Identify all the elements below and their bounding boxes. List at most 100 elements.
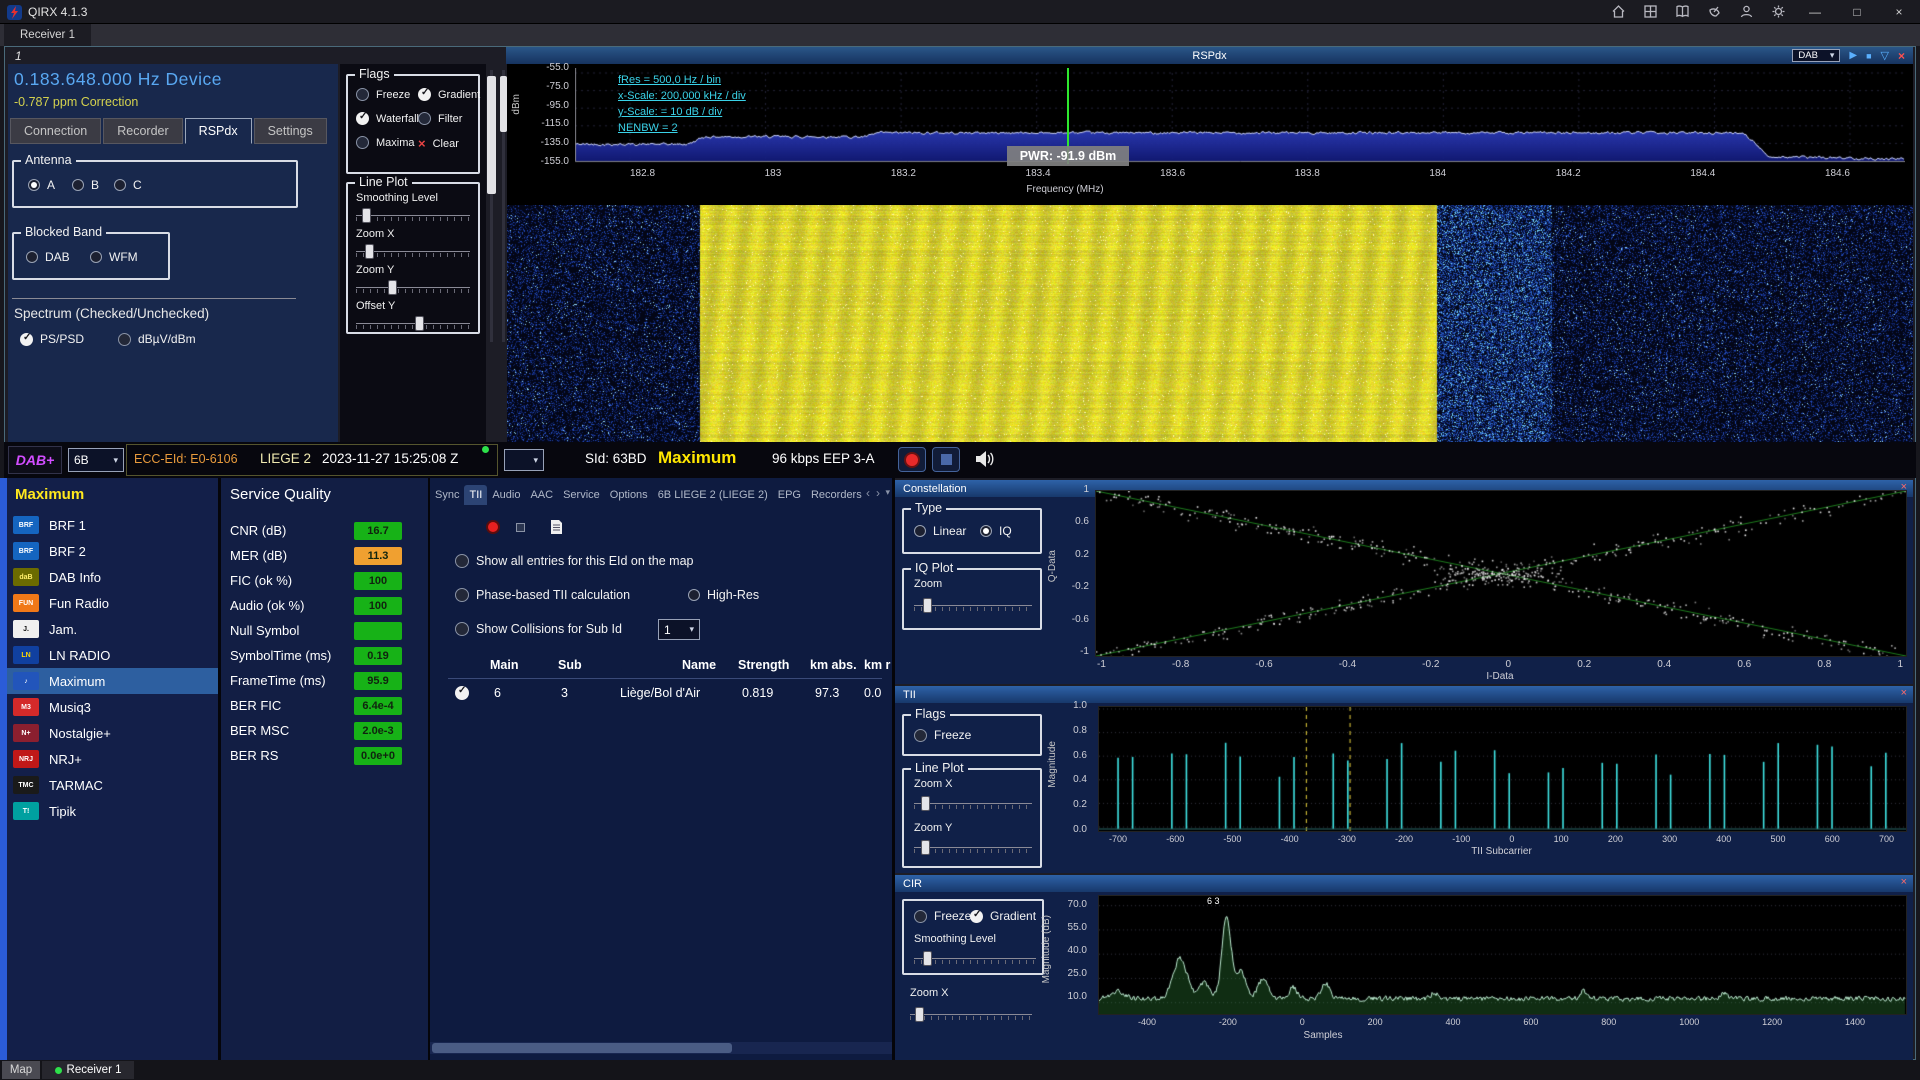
- layout-grid-icon[interactable]: [1634, 0, 1666, 24]
- iq-zoom-slider[interactable]: [914, 598, 1032, 613]
- tab-epg[interactable]: EPG: [773, 485, 806, 505]
- tab-settings[interactable]: Settings: [254, 118, 327, 144]
- spectrum-vslider-thumb[interactable]: [487, 76, 496, 194]
- filter-checkbox[interactable]: Filter: [418, 112, 462, 125]
- freeze-checkbox[interactable]: Freeze: [356, 88, 410, 101]
- blocked-dab-radio[interactable]: DAB: [26, 250, 70, 264]
- clear-button[interactable]: ×Clear: [418, 136, 459, 151]
- slider-thumb[interactable]: [923, 598, 932, 613]
- home-icon[interactable]: [1602, 0, 1634, 24]
- ps-psd-checkbox[interactable]: PS/PSD: [20, 332, 84, 346]
- tii-zoom-y-slider[interactable]: [914, 840, 1032, 855]
- tab-service[interactable]: Service: [558, 485, 605, 505]
- row-select-checkbox[interactable]: [455, 686, 469, 700]
- stop-button[interactable]: [932, 447, 960, 472]
- list-item[interactable]: J.Jam.: [7, 616, 218, 642]
- tab-recorder[interactable]: Recorder: [103, 118, 182, 144]
- waterfall-plot[interactable]: [507, 205, 1913, 442]
- slider-thumb[interactable]: [915, 1007, 924, 1022]
- list-item[interactable]: BRFBRF 2: [7, 538, 218, 564]
- spectrum-plot[interactable]: [575, 68, 1905, 164]
- tab-receiver-1[interactable]: Receiver 1: [4, 24, 91, 46]
- tab-ensemble[interactable]: 6B LIEGE 2 (LIEGE 2): [653, 485, 773, 505]
- tii-freeze-checkbox[interactable]: Freeze: [914, 728, 971, 742]
- maxima-checkbox[interactable]: Maxima: [356, 136, 415, 149]
- list-item[interactable]: TMCTARMAC: [7, 772, 218, 798]
- play-icon[interactable]: ▶: [1849, 50, 1857, 61]
- zoom-y-slider[interactable]: [356, 280, 470, 295]
- col-name[interactable]: Name: [682, 658, 716, 672]
- show-all-entries-checkbox[interactable]: Show all entries for this EId on the map: [455, 554, 693, 568]
- extra-dropdown[interactable]: ▾: [504, 449, 544, 471]
- list-item[interactable]: N+Nostalgie+: [7, 720, 218, 746]
- waterfall-checkbox[interactable]: Waterfall: [356, 112, 419, 125]
- tabs-overflow-icon[interactable]: ▾: [885, 487, 890, 498]
- cir-freeze-checkbox[interactable]: Freeze: [914, 909, 971, 923]
- record-button[interactable]: [898, 447, 926, 472]
- blocked-wfm-radio[interactable]: WFM: [90, 250, 138, 264]
- iq-radio[interactable]: IQ: [980, 524, 1012, 538]
- slider-thumb[interactable]: [921, 796, 930, 811]
- slider-thumb[interactable]: [365, 244, 374, 259]
- col-main[interactable]: Main: [490, 658, 518, 672]
- smoothing-level-slider[interactable]: [356, 208, 470, 223]
- slider-thumb[interactable]: [362, 208, 371, 223]
- cir-zoom-x-slider[interactable]: [910, 1007, 1032, 1022]
- gradient-checkbox[interactable]: Gradient: [418, 88, 480, 101]
- scrollbar-thumb[interactable]: [432, 1043, 732, 1053]
- document-icon[interactable]: [550, 519, 563, 535]
- speaker-icon[interactable]: [975, 449, 997, 469]
- cir-gradient-checkbox[interactable]: Gradient: [970, 909, 1036, 923]
- channel-dropdown[interactable]: 6B ▾: [68, 448, 124, 472]
- tii-panel-header[interactable]: TII ×: [895, 686, 1913, 703]
- filter-icon[interactable]: ▽: [1881, 49, 1889, 62]
- show-collisions-checkbox[interactable]: Show Collisions for Sub Id: [455, 622, 622, 636]
- tab-aac[interactable]: AAC: [525, 485, 558, 505]
- statusbar-tab-map[interactable]: Map: [2, 1061, 40, 1079]
- statusbar-tab-receiver[interactable]: Receiver 1: [42, 1061, 134, 1079]
- tabs-scroll-right-icon[interactable]: ›: [876, 486, 880, 500]
- satellite-dish-icon[interactable]: [1698, 0, 1730, 24]
- gear-icon[interactable]: [1762, 0, 1794, 24]
- dbuv-dbm-checkbox[interactable]: dBµV/dBm: [118, 332, 196, 346]
- tab-connection[interactable]: Connection: [10, 118, 101, 144]
- tab-rspdx[interactable]: RSPdx: [185, 118, 252, 144]
- close-icon[interactable]: ×: [1901, 687, 1907, 699]
- slider-thumb[interactable]: [415, 316, 424, 331]
- antenna-b-radio[interactable]: B: [72, 178, 99, 192]
- waterfall-vslider-thumb[interactable]: [500, 76, 507, 132]
- col-sub[interactable]: Sub: [558, 658, 582, 672]
- subid-dropdown[interactable]: 1 ▾: [658, 619, 700, 640]
- close-receiver-icon[interactable]: ×: [1898, 49, 1905, 63]
- list-item[interactable]: NRJNRJ+: [7, 746, 218, 772]
- cir-smoothing-slider[interactable]: [914, 951, 1036, 966]
- tii-stop-icon[interactable]: [516, 523, 525, 532]
- band-dropdown[interactable]: DAB ▾: [1792, 49, 1840, 62]
- minimize-button[interactable]: —: [1794, 0, 1836, 24]
- slider-thumb[interactable]: [923, 951, 932, 966]
- tii-zoom-x-slider[interactable]: [914, 796, 1032, 811]
- high-res-radio[interactable]: High-Res: [688, 588, 759, 602]
- antenna-a-radio[interactable]: A: [28, 178, 55, 192]
- linear-radio[interactable]: Linear: [914, 524, 966, 538]
- book-icon[interactable]: [1666, 0, 1698, 24]
- user-icon[interactable]: [1730, 0, 1762, 24]
- tab-options[interactable]: Options: [605, 485, 653, 505]
- tab-recorders[interactable]: Recorders: [806, 485, 867, 505]
- tab-tii[interactable]: TII: [464, 485, 487, 505]
- tab-audio[interactable]: Audio: [487, 485, 525, 505]
- tabs-scroll-left-icon[interactable]: ‹: [866, 486, 870, 500]
- tii-record-icon[interactable]: [488, 522, 498, 532]
- stop-icon[interactable]: ■: [1866, 51, 1871, 61]
- list-item[interactable]: BRFBRF 1: [7, 512, 218, 538]
- list-item[interactable]: LNLN RADIO: [7, 642, 218, 668]
- list-item[interactable]: T!Tipik: [7, 798, 218, 824]
- offset-y-slider[interactable]: [356, 316, 470, 331]
- phase-based-checkbox[interactable]: Phase-based TII calculation: [455, 588, 630, 602]
- slider-thumb[interactable]: [388, 280, 397, 295]
- zoom-x-slider[interactable]: [356, 244, 470, 259]
- close-button[interactable]: ×: [1878, 0, 1920, 24]
- col-strength[interactable]: Strength: [738, 658, 789, 672]
- close-icon[interactable]: ×: [1901, 876, 1907, 888]
- maximize-button[interactable]: □: [1836, 0, 1878, 24]
